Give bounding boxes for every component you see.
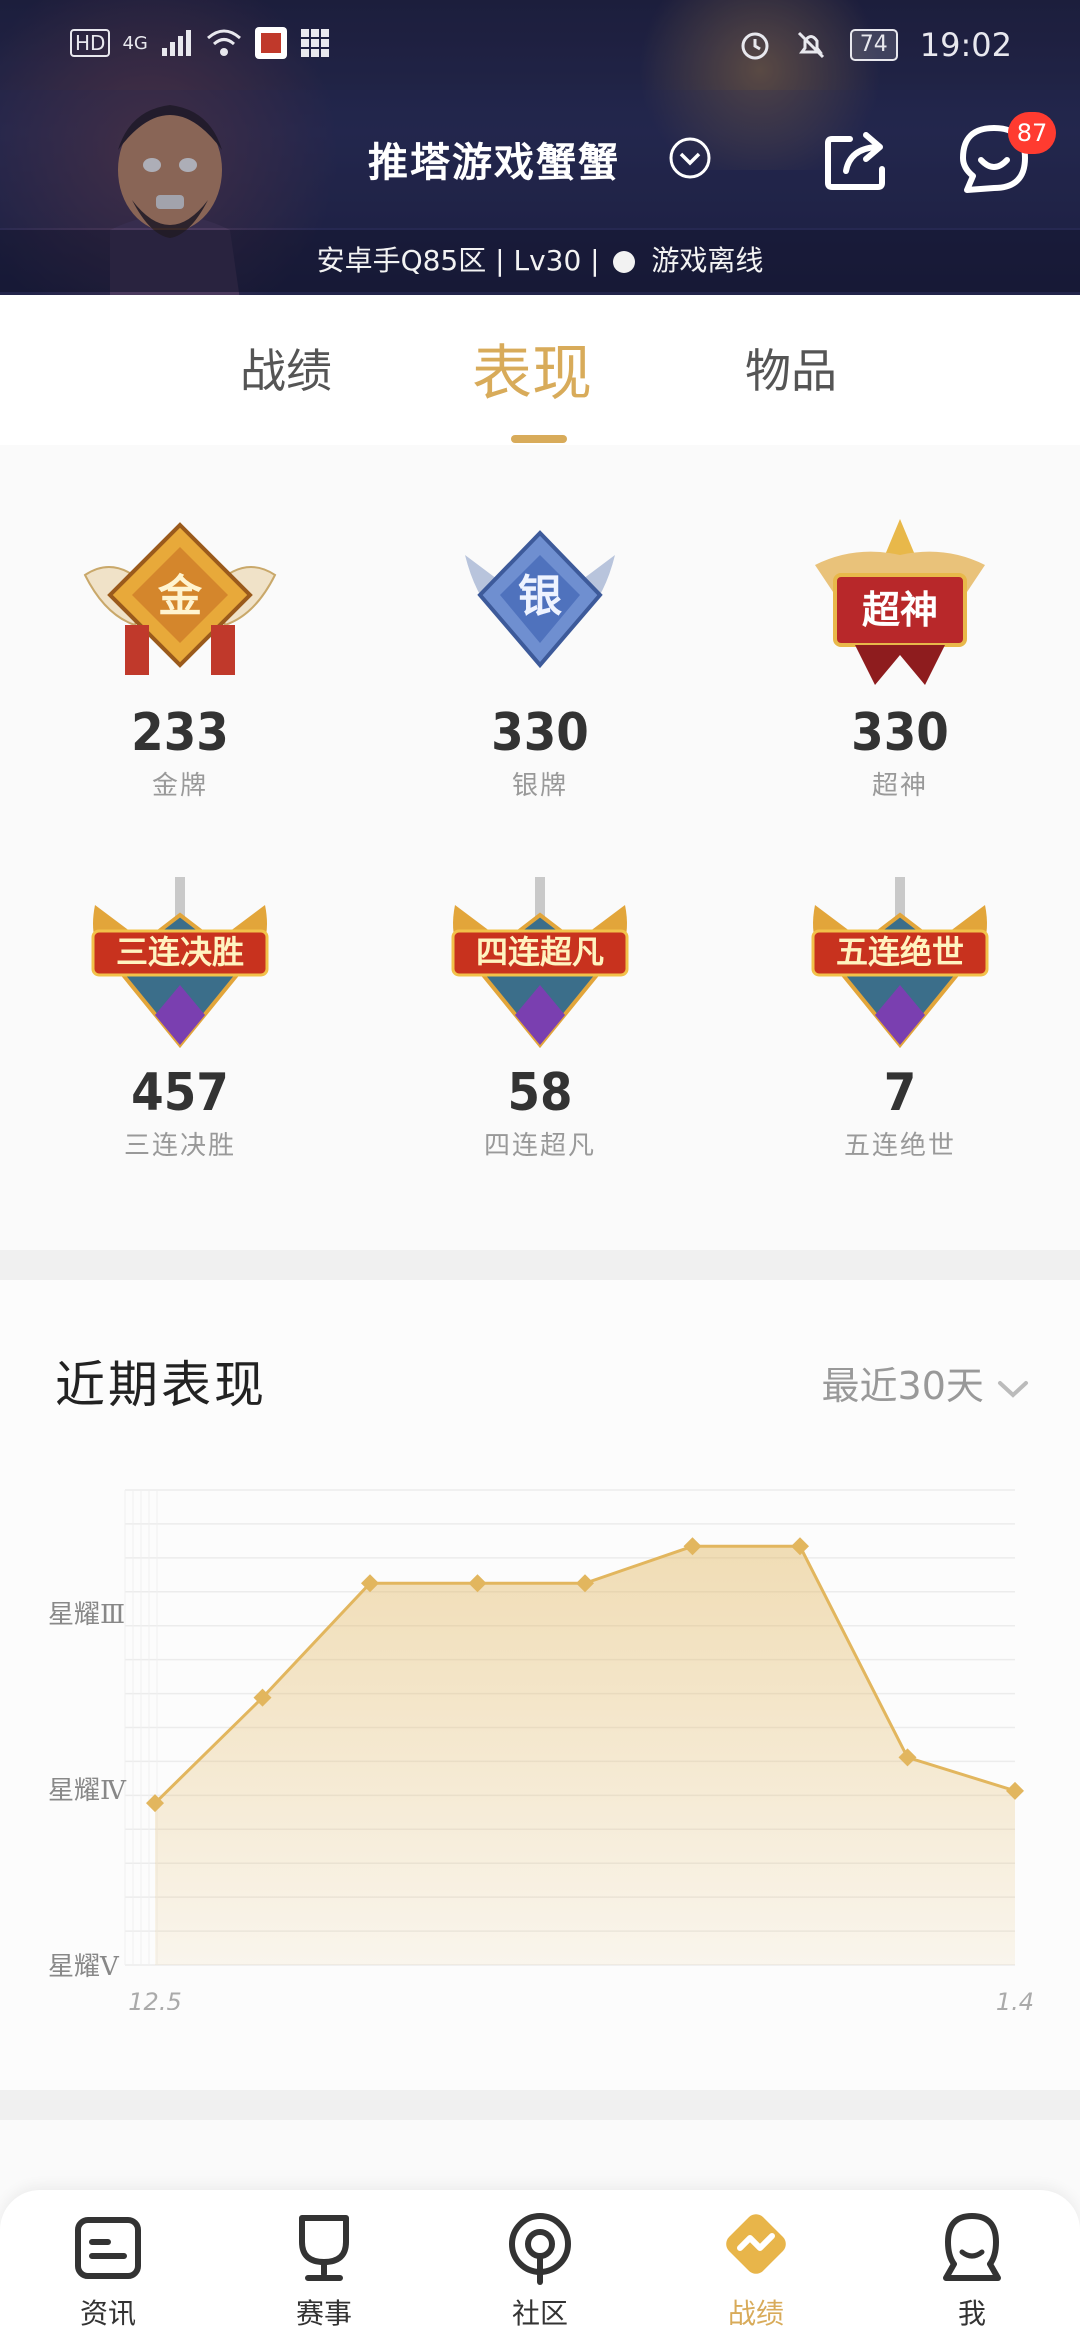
nav-news[interactable]: 资讯 [28, 2208, 188, 2332]
bottom-navigation: 资讯 赛事 社区 战绩 我 [0, 2190, 1080, 2340]
record-icon [726, 2214, 786, 2274]
medal-label: 四连超凡 [483, 1131, 596, 1161]
clock: 19:02 [919, 26, 1012, 64]
online-status-text: 游戏离线 [651, 244, 764, 277]
nav-record[interactable]: 战绩 [676, 2208, 836, 2332]
medal-godlike[interactable]: 超神 330 超神 [790, 515, 1010, 802]
profile-header: HD 4G 74 19:02 推塔游戏蟹蟹 87 安卓手Q85区 | Lv30 … [0, 0, 1080, 295]
nav-community[interactable]: 社区 [460, 2208, 620, 2332]
alarm-icon [741, 32, 769, 60]
godlike-medal-icon: 超神 [815, 519, 985, 685]
player-info-line: 安卓手Q85区 | Lv30 | 游戏离线 [0, 230, 1080, 292]
nav-label: 我 [957, 2297, 986, 2330]
medal-count: 7 [883, 1063, 917, 1123]
nav-profile[interactable]: 我 [892, 2208, 1052, 2332]
chevron-down-icon [998, 1380, 1028, 1398]
signal-icon [161, 30, 191, 56]
status-dot-icon [612, 251, 635, 273]
mute-bell-icon [797, 31, 824, 59]
section-divider [0, 2090, 1080, 2120]
tab-bar: 战绩 表现 物品 [0, 295, 1080, 446]
medal-label: 银牌 [511, 771, 568, 801]
medal-triple-kill[interactable]: 三连决胜 457 三连决胜 [70, 875, 290, 1162]
tab-items[interactable]: 物品 [745, 335, 837, 401]
penta-kill-medal-icon: 五连绝世 [811, 877, 989, 1049]
medal-count: 457 [131, 1063, 229, 1123]
nav-label: 社区 [511, 2297, 568, 2330]
silver-medal-icon: 银 [465, 530, 615, 669]
medal-count: 330 [491, 703, 589, 763]
wifi-icon [206, 29, 241, 56]
medal-count: 233 [131, 703, 229, 763]
section-divider [0, 1250, 1080, 1280]
community-icon [509, 2213, 571, 2285]
medal-badge-text: 银 [518, 571, 562, 622]
trophy-icon [299, 2215, 349, 2281]
tab-performance[interactable]: 表现 [472, 325, 592, 412]
medal-label: 五连绝世 [843, 1131, 956, 1161]
quadra-kill-medal-icon: 四连超凡 [451, 877, 629, 1049]
medal-grid: 金 233 金牌 银 330 银牌 超神 330 超神 三连决胜 457 三连决… [0, 445, 1080, 1250]
app-notification-icon [254, 27, 287, 59]
y-tick-label: 星耀Ⅳ [48, 1776, 127, 1806]
y-tick-label: 星耀Ⅲ [48, 1600, 125, 1630]
medal-badge-text: 三连决胜 [116, 933, 244, 971]
x-tick-label: 12.5 [128, 1988, 181, 2010]
medal-penta-kill[interactable]: 五连绝世 7 五连绝世 [790, 875, 1010, 1162]
network-type-label: 4G [122, 32, 148, 54]
medal-quadra-kill[interactable]: 四连超凡 58 四连超凡 [430, 875, 650, 1162]
medal-label: 超神 [871, 771, 928, 801]
medal-badge-text: 四连超凡 [476, 933, 604, 971]
medal-label: 金牌 [151, 771, 208, 801]
gold-medal-icon: 金 [83, 522, 277, 675]
battery-level: 74 [849, 29, 898, 61]
share-icon[interactable] [820, 125, 892, 197]
active-tab-indicator [511, 435, 567, 443]
range-dropdown[interactable]: 最近30天 [822, 1355, 1030, 1410]
profile-icon [943, 2213, 1001, 2281]
medal-gold[interactable]: 金 233 金牌 [70, 515, 290, 802]
section-title: 近期表现 [55, 1356, 267, 1414]
series-area [155, 1546, 1015, 1965]
nav-label: 资讯 [79, 2297, 136, 2330]
medal-count: 330 [851, 703, 949, 763]
medal-silver[interactable]: 银 330 银牌 [430, 515, 650, 802]
nav-label: 赛事 [295, 2297, 352, 2330]
recent-performance-card: 近期表现 最近30天 星耀Ⅲ 星耀Ⅳ 星耀Ⅴ 12.5 1.4 [0, 1280, 1080, 2090]
message-count-badge: 87 [1008, 112, 1056, 154]
server-level-text: 安卓手Q85区 | Lv30 | [316, 244, 600, 277]
rank-trend-chart: 星耀Ⅲ 星耀Ⅳ 星耀Ⅴ 12.5 1.4 [48, 1489, 1034, 2010]
medal-badge-text: 金 [157, 571, 203, 622]
news-icon [75, 2217, 141, 2279]
triple-kill-medal-icon: 三连决胜 [91, 877, 269, 1049]
medal-count: 58 [507, 1063, 573, 1123]
nav-events[interactable]: 赛事 [244, 2208, 404, 2332]
range-label: 最近30天 [821, 1364, 984, 1408]
hd-indicator: HD [70, 29, 111, 57]
grid-apps-icon [300, 29, 329, 57]
medal-badge-text: 五连绝世 [836, 933, 964, 971]
page-title[interactable]: 推塔游戏蟹蟹 [368, 130, 620, 188]
tab-record[interactable]: 战绩 [240, 335, 332, 401]
x-tick-label: 1.4 [996, 1988, 1034, 2010]
status-bar: HD 4G 74 19:02 [0, 0, 1080, 90]
medal-label: 三连决胜 [123, 1131, 236, 1161]
medal-badge-text: 超神 [862, 588, 938, 632]
y-tick-label: 星耀Ⅴ [48, 1952, 120, 1982]
chevron-down-icon[interactable] [668, 136, 712, 180]
nav-label: 战绩 [727, 2297, 784, 2330]
